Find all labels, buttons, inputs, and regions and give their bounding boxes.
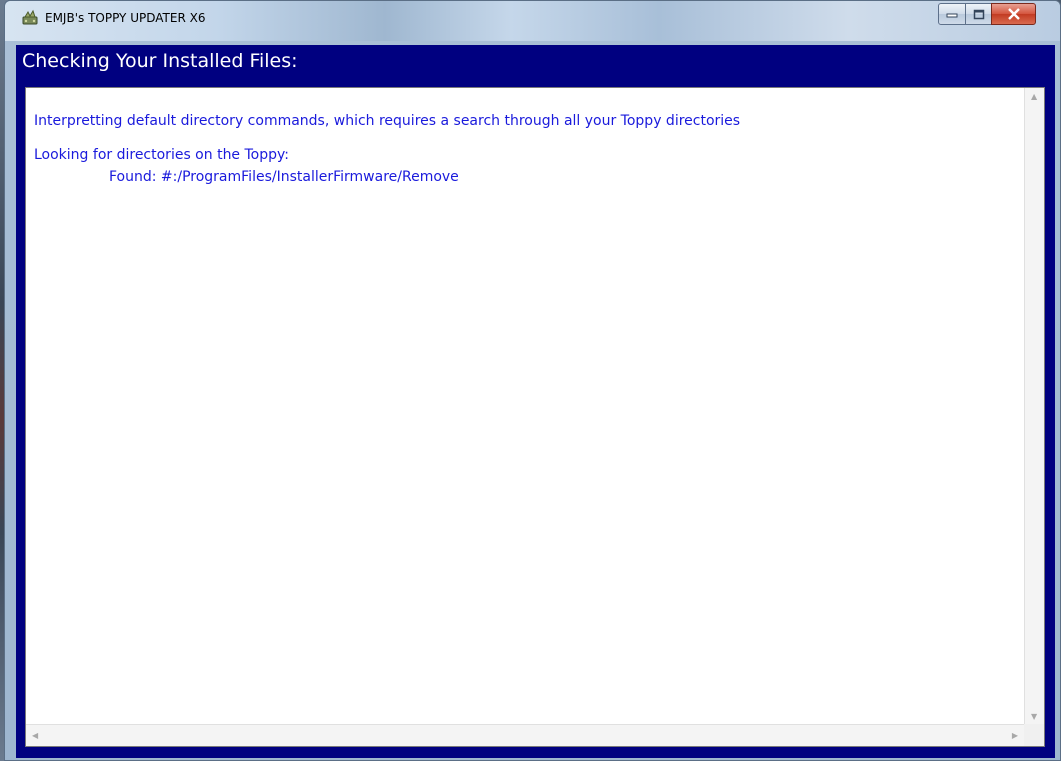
window-title: EMJB's TOPPY UPDATER X6	[45, 11, 206, 25]
chevron-right-icon[interactable]: ▶	[1012, 731, 1018, 740]
app-window: EMJB's TOPPY UPDATER X6 Checking Your In…	[4, 0, 1061, 761]
log-spacer	[34, 132, 1022, 144]
log-line: Found: #:/ProgramFiles/InstallerFirmware…	[109, 169, 459, 185]
chevron-left-icon[interactable]: ◀	[32, 731, 38, 740]
close-icon	[1007, 8, 1020, 20]
minimize-button[interactable]	[938, 3, 966, 25]
log-line: Interpretting default directory commands…	[34, 113, 741, 129]
close-button[interactable]	[991, 3, 1036, 25]
chevron-down-icon[interactable]: ▼	[1031, 712, 1037, 721]
maximize-button[interactable]	[965, 3, 992, 25]
toppy-updater-icon[interactable]	[21, 9, 39, 27]
log-content: Interpretting default directory commands…	[34, 110, 1022, 724]
log-line: Looking for directories on the Toppy:	[34, 147, 289, 163]
minimize-icon	[946, 13, 958, 18]
vertical-scrollbar[interactable]: ▲ ▼	[1024, 88, 1044, 725]
chevron-up-icon[interactable]: ▲	[1031, 92, 1037, 101]
horizontal-scrollbar[interactable]: ◀ ▶	[26, 724, 1024, 746]
maximize-icon	[973, 9, 984, 19]
log-output-area[interactable]: Interpretting default directory commands…	[25, 87, 1045, 747]
page-title: Checking Your Installed Files:	[16, 45, 1055, 78]
log-frame: Interpretting default directory commands…	[16, 78, 1055, 758]
title-bar[interactable]: EMJB's TOPPY UPDATER X6	[5, 1, 1060, 41]
scrollbar-corner	[1024, 724, 1044, 746]
